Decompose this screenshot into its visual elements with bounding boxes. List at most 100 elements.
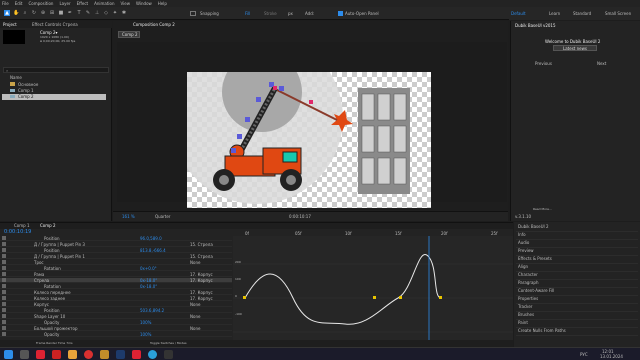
- panel-content-aware-fill[interactable]: Content-Aware Fill: [516, 288, 638, 296]
- layer-parent[interactable]: None: [190, 314, 200, 319]
- clock-date[interactable]: 13.01.2024: [600, 354, 623, 359]
- visibility-icon[interactable]: [2, 302, 6, 306]
- panel-info[interactable]: Info: [516, 232, 638, 240]
- table-row[interactable]: Большой прожектор None: [0, 326, 232, 331]
- menu-edit[interactable]: Edit: [15, 1, 23, 6]
- table-row[interactable]: Д / Группа | Puppet Pin 3 15. Стрела: [0, 242, 232, 247]
- table-row[interactable]: Д / Группа | Puppet Pin 1 15. Стрела: [0, 254, 232, 259]
- visibility-icon[interactable]: [2, 332, 6, 336]
- app-icon[interactable]: [52, 350, 61, 359]
- tab-composition[interactable]: Composition Comp 2: [133, 22, 175, 27]
- layer-value[interactable]: 100%: [140, 332, 151, 337]
- table-row[interactable]: Rotation 0x+0.0°: [0, 266, 232, 271]
- puppet-tool-icon[interactable]: ✱: [121, 10, 127, 16]
- tab-effect-controls[interactable]: Effect Controls Стрела: [32, 22, 78, 27]
- table-row[interactable]: Position 813.8,-666.4: [0, 248, 232, 253]
- start-icon[interactable]: [4, 350, 13, 359]
- visibility-icon[interactable]: [2, 296, 6, 300]
- previous-button[interactable]: Previous: [535, 61, 552, 66]
- layer-value[interactable]: 0x-18.0°: [140, 278, 157, 283]
- panel-properties[interactable]: Properties: [516, 296, 638, 304]
- project-search-input[interactable]: ⌕: [3, 67, 109, 73]
- menu-file[interactable]: File: [2, 1, 9, 6]
- menu-view[interactable]: View: [121, 1, 131, 6]
- tab-project[interactable]: Project: [3, 22, 17, 27]
- table-row[interactable]: Трос None: [0, 260, 232, 265]
- panel-paint[interactable]: Paint: [516, 320, 638, 328]
- language-indicator[interactable]: РУС: [580, 352, 588, 357]
- table-row[interactable]: Колесо заднее 17. Корпус: [0, 296, 232, 301]
- timeline-tab-comp2[interactable]: Comp 2: [40, 223, 56, 228]
- panel-audio[interactable]: Audio: [516, 240, 638, 248]
- visibility-icon[interactable]: [2, 236, 6, 240]
- visibility-icon[interactable]: [2, 260, 6, 264]
- after-effects-icon[interactable]: [116, 350, 125, 359]
- zoom-tool-icon[interactable]: ⌕: [22, 10, 28, 16]
- layer-value[interactable]: 503.6,894.2: [140, 308, 164, 313]
- layer-parent[interactable]: 17. Корпус: [190, 290, 213, 295]
- panel-create-nulls[interactable]: Create Nulls From Paths: [516, 328, 638, 336]
- panel-tracker[interactable]: Tracker: [516, 304, 638, 312]
- stamp-tool-icon[interactable]: ⊥: [94, 10, 100, 16]
- panel-align[interactable]: Align: [516, 264, 638, 272]
- panel-preview[interactable]: Preview: [516, 248, 638, 256]
- table-row[interactable]: Rotation 0x-18.0°: [0, 284, 232, 289]
- table-row[interactable]: Position 96.0,589.0: [0, 236, 232, 241]
- visibility-icon[interactable]: [2, 254, 6, 258]
- visibility-icon[interactable]: [2, 284, 6, 288]
- brush-tool-icon[interactable]: ✎: [85, 10, 91, 16]
- visibility-icon[interactable]: [2, 272, 6, 276]
- graph-editor[interactable]: 200 100 0 -100: [233, 236, 513, 340]
- read-more-link[interactable]: Read More...: [533, 207, 552, 212]
- visibility-icon[interactable]: [2, 320, 6, 324]
- table-row[interactable]: Стрела 0x-18.0° 17. Корпус: [0, 278, 232, 283]
- composition-canvas[interactable]: [171, 32, 431, 208]
- app-icon[interactable]: [68, 350, 77, 359]
- stroke-label[interactable]: Stroke: [264, 11, 277, 16]
- next-button[interactable]: Next: [597, 61, 606, 66]
- layer-parent[interactable]: 15. Стрела: [190, 242, 213, 247]
- visibility-icon[interactable]: [2, 242, 6, 246]
- table-row[interactable]: Рама 17. Корпус: [0, 272, 232, 277]
- layer-parent[interactable]: 17. Корпус: [190, 272, 213, 277]
- viewer-timecode[interactable]: 0:00:10:17: [289, 214, 311, 219]
- table-row[interactable]: Корпус None: [0, 302, 232, 307]
- menu-effect[interactable]: Effect: [77, 1, 89, 6]
- project-column-name[interactable]: Name: [10, 75, 22, 80]
- layer-value[interactable]: 0x+0.0°: [140, 266, 157, 271]
- camera-tool-icon[interactable]: ⊕: [40, 10, 46, 16]
- timeline-tab-comp1[interactable]: Comp 1: [14, 223, 30, 228]
- visibility-icon[interactable]: [2, 290, 6, 294]
- table-row[interactable]: Position 503.6,894.2: [0, 308, 232, 313]
- rectangle-tool-icon[interactable]: ■: [58, 10, 64, 16]
- layer-value[interactable]: 96.0,589.0: [140, 236, 162, 241]
- latest-news-button[interactable]: Latest news: [553, 45, 597, 51]
- pen-tool-icon[interactable]: ✒: [67, 10, 73, 16]
- search-taskbar-icon[interactable]: [20, 350, 29, 359]
- app-icon[interactable]: [132, 350, 141, 359]
- panel-paragraph[interactable]: Paragraph: [516, 280, 638, 288]
- fill-label[interactable]: Fill: [245, 11, 250, 16]
- panel-effects-presets[interactable]: Effects & Presets: [516, 256, 638, 264]
- toggle-switches-modes[interactable]: Toggle Switches / Modes: [150, 341, 187, 346]
- menu-animation[interactable]: Animation: [94, 1, 114, 6]
- visibility-icon[interactable]: [2, 308, 6, 312]
- project-item-comp2[interactable]: Comp 2: [2, 94, 106, 100]
- layer-parent[interactable]: 17. Корпус: [190, 278, 213, 283]
- comp-breadcrumb[interactable]: Comp 2: [118, 31, 140, 38]
- layer-value[interactable]: 813.8,-666.4: [140, 248, 166, 253]
- workspace-learn[interactable]: Learn: [549, 11, 560, 16]
- table-row[interactable]: Shape Layer 10 None: [0, 314, 232, 319]
- visibility-icon[interactable]: [2, 266, 6, 270]
- workspace-standard[interactable]: Standard: [573, 11, 591, 16]
- folder-taskbar-icon[interactable]: [100, 350, 109, 359]
- table-row[interactable]: Колесо переднее 17. Корпус: [0, 290, 232, 295]
- layer-value[interactable]: 100%: [140, 320, 151, 325]
- menu-help[interactable]: Help: [158, 1, 167, 6]
- add-label[interactable]: Add:: [305, 11, 314, 16]
- panel-brushes[interactable]: Brushes: [516, 312, 638, 320]
- telegram-icon[interactable]: [148, 350, 157, 359]
- app-icon[interactable]: [84, 350, 93, 359]
- menu-composition[interactable]: Composition: [28, 1, 53, 6]
- roto-tool-icon[interactable]: ✦: [112, 10, 118, 16]
